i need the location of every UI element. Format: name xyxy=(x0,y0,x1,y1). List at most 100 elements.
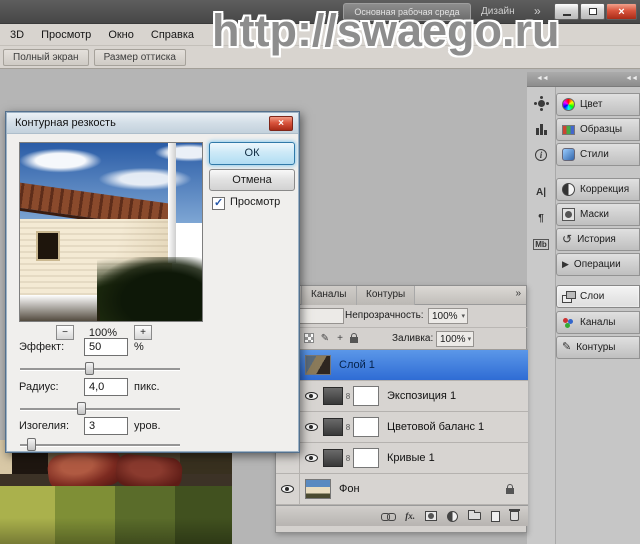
panel-button-channels[interactable]: Каналы xyxy=(556,311,640,334)
lock-pixels-icon[interactable]: ✎ xyxy=(319,332,331,344)
styles-icon xyxy=(562,148,575,161)
panel-icon-strip: i A| ¶ Mb xyxy=(527,87,556,544)
new-group-icon[interactable] xyxy=(468,510,481,520)
photoshop-window: Основная рабочая среда Дизайн » × 3D Про… xyxy=(0,0,640,544)
actions-icon: ▶ xyxy=(562,259,569,269)
paragraph-panel-icon[interactable]: ¶ xyxy=(527,210,555,226)
photo-grass xyxy=(0,486,232,544)
adjustment-thumbnail[interactable] xyxy=(323,418,343,436)
collapse-panels-icon[interactable]: ◄◄ xyxy=(625,75,638,82)
new-adjustment-layer-icon[interactable] xyxy=(447,510,458,522)
visibility-eye-icon[interactable] xyxy=(305,423,318,431)
lock-transparency-icon[interactable] xyxy=(303,332,315,344)
preview-pole xyxy=(168,143,176,263)
zoom-in-button[interactable]: + xyxy=(134,325,152,340)
radius-slider[interactable] xyxy=(20,402,180,416)
mask-thumbnail[interactable] xyxy=(353,417,379,437)
panel-button-layers[interactable]: Слои xyxy=(556,285,640,308)
collapse-panels-icon[interactable]: ◄◄ xyxy=(536,75,549,82)
delete-layer-icon[interactable] xyxy=(509,509,520,521)
print-size-button[interactable]: Размер оттиска xyxy=(93,48,186,66)
panel-button-styles[interactable]: Стили xyxy=(556,143,640,166)
layer-style-fx-icon[interactable]: fx. xyxy=(405,511,415,521)
layer-lock-icon xyxy=(506,484,514,494)
sun-icon[interactable] xyxy=(527,95,555,111)
document-canvas[interactable] xyxy=(0,440,232,544)
minimize-icon xyxy=(562,14,571,16)
threshold-slider-thumb[interactable] xyxy=(27,438,37,451)
amount-label: Эффект: xyxy=(19,341,65,353)
layer-thumbnail[interactable] xyxy=(305,479,331,499)
mask-thumbnail[interactable] xyxy=(353,386,379,406)
menu-3d[interactable]: 3D xyxy=(10,29,24,41)
cancel-button[interactable]: Отмена xyxy=(209,169,295,191)
panel-button-history[interactable]: ↺ История xyxy=(556,228,640,251)
preview-image[interactable] xyxy=(19,142,203,322)
menu-view[interactable]: Просмотр xyxy=(41,29,91,41)
tab-channels[interactable]: Каналы xyxy=(301,286,357,305)
adjustment-thumbnail[interactable] xyxy=(323,449,343,467)
layer-row-exposure[interactable]: Экспозиция 1 xyxy=(276,380,528,412)
layer-row-layer1[interactable]: Слой 1 xyxy=(276,349,528,381)
panel-button-paths[interactable]: ✎ Контуры xyxy=(556,336,640,359)
full-screen-button[interactable]: Полный экран xyxy=(3,48,89,66)
threshold-input[interactable] xyxy=(84,417,128,435)
amount-slider[interactable] xyxy=(20,362,180,376)
mask-thumbnail[interactable] xyxy=(353,448,379,468)
threshold-slider[interactable] xyxy=(20,438,180,452)
info-icon[interactable]: i xyxy=(527,147,555,163)
layer-thumbnail[interactable] xyxy=(305,355,331,375)
unsharp-mask-dialog: Контурная резкость × − 100% + ОК Отмена … xyxy=(5,111,300,453)
radius-label: Радиус: xyxy=(19,381,59,393)
visibility-eye-icon[interactable] xyxy=(305,454,318,462)
measurement-log-icon[interactable]: Mb xyxy=(527,236,555,252)
menu-window[interactable]: Окно xyxy=(108,29,134,41)
panel-button-swatches[interactable]: Образцы xyxy=(556,118,640,141)
preview-vegetation xyxy=(97,257,202,321)
menu-help[interactable]: Справка xyxy=(151,29,194,41)
amount-input[interactable] xyxy=(84,338,128,356)
panel-menu-icon[interactable]: » xyxy=(515,288,521,299)
panel-button-actions[interactable]: ▶ Операции xyxy=(556,253,640,276)
opacity-row: Непрозрачность: 100% xyxy=(276,305,528,328)
tab-paths[interactable]: Контуры xyxy=(356,286,416,305)
close-button[interactable]: × xyxy=(606,3,637,20)
masks-icon xyxy=(562,208,575,221)
character-panel-icon[interactable]: A| xyxy=(527,184,555,200)
preview-window xyxy=(36,231,60,261)
panel-button-adjustments[interactable]: Коррекция xyxy=(556,178,640,201)
add-layer-mask-icon[interactable] xyxy=(425,511,437,521)
radius-slider-thumb[interactable] xyxy=(76,402,86,415)
layer-row-background[interactable]: Фон xyxy=(276,473,528,505)
visibility-eye-icon[interactable] xyxy=(281,485,294,493)
zoom-out-button[interactable]: − xyxy=(56,325,74,340)
opacity-select[interactable]: 100% xyxy=(428,308,468,324)
dialog-close-button[interactable]: × xyxy=(269,116,293,131)
layers-icon xyxy=(562,290,576,303)
restore-button[interactable] xyxy=(580,3,605,20)
dialog-title[interactable]: Контурная резкость xyxy=(7,113,298,134)
lock-position-icon[interactable]: + xyxy=(334,332,346,344)
layer-row-color-balance[interactable]: Цветовой баланс 1 xyxy=(276,411,528,443)
radius-input[interactable] xyxy=(84,378,128,396)
panel-button-masks[interactable]: Маски xyxy=(556,203,640,226)
layer-name: Слой 1 xyxy=(339,359,375,371)
layer-row-curves[interactable]: Кривые 1 xyxy=(276,442,528,474)
visibility-eye-icon[interactable] xyxy=(305,392,318,400)
preview-checkbox[interactable] xyxy=(212,196,225,210)
dock-header: ◄◄ ◄◄ xyxy=(527,72,640,87)
mask-link-icon xyxy=(344,392,352,401)
histogram-icon[interactable] xyxy=(527,121,555,137)
layer-name: Цветовой баланс 1 xyxy=(387,421,485,433)
link-layers-icon[interactable] xyxy=(381,512,397,521)
fill-select[interactable]: 100% xyxy=(436,331,474,347)
ok-button[interactable]: ОК xyxy=(209,142,295,165)
adjustment-thumbnail[interactable] xyxy=(323,387,343,405)
mask-link-icon xyxy=(344,423,352,432)
lock-all-icon[interactable] xyxy=(348,332,360,344)
opacity-label: Непрозрачность: xyxy=(345,310,424,321)
new-layer-icon[interactable] xyxy=(491,510,500,522)
panel-button-color[interactable]: Цвет xyxy=(556,93,640,116)
amount-slider-thumb[interactable] xyxy=(84,362,94,375)
layer-name: Кривые 1 xyxy=(387,452,435,464)
